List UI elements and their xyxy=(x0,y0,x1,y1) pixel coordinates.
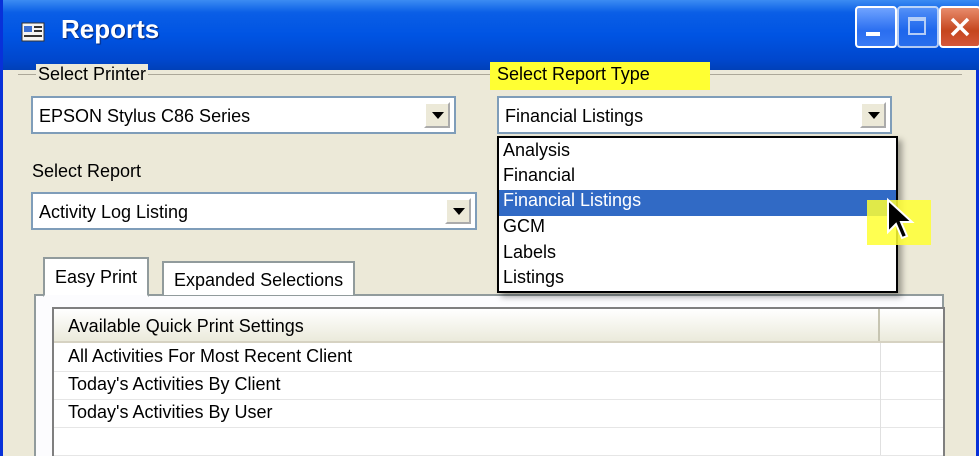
report-label: Select Report xyxy=(32,161,142,181)
dropdown-option-labels[interactable]: Labels xyxy=(503,242,556,263)
close-button[interactable] xyxy=(939,6,979,48)
dropdown-option-analysis[interactable]: Analysis xyxy=(503,140,570,161)
printer-select[interactable]: EPSON Stylus C86 Series xyxy=(31,96,456,134)
report-type-select[interactable]: Financial Listings xyxy=(497,96,892,134)
row-label: All Activities For Most Recent Client xyxy=(68,346,353,366)
table-row[interactable]: Today's Activities By Client xyxy=(54,371,943,400)
close-icon xyxy=(950,17,970,37)
dropdown-option-gcm[interactable]: GCM xyxy=(503,216,545,237)
printer-label: Select Printer xyxy=(36,64,149,85)
window-title: Reports xyxy=(61,14,160,44)
maximize-button[interactable] xyxy=(897,6,939,48)
column-separator xyxy=(878,309,880,341)
cell-divider xyxy=(880,343,881,371)
report-select[interactable]: Activity Log Listing xyxy=(31,192,477,230)
title-bar[interactable]: Reports xyxy=(3,0,979,70)
minimize-button[interactable] xyxy=(855,6,897,48)
cell-divider xyxy=(880,427,881,455)
report-value: Activity Log Listing xyxy=(39,202,189,222)
chevron-down-icon[interactable] xyxy=(424,102,450,128)
grid-header: Available Quick Print Settings xyxy=(54,309,943,343)
app-icon xyxy=(21,22,45,42)
table-row[interactable]: All Activities For Most Recent Client xyxy=(54,343,943,372)
cell-divider xyxy=(880,399,881,427)
dropdown-option-listings[interactable]: Listings xyxy=(503,267,564,288)
tab-expanded-selections[interactable]: Expanded Selections xyxy=(162,261,356,295)
report-type-dropdown: Analysis Financial Financial Listings GC… xyxy=(497,136,898,293)
table-row[interactable]: Today's Activities By User xyxy=(54,399,943,428)
printer-value: EPSON Stylus C86 Series xyxy=(39,106,251,126)
maximize-icon xyxy=(908,17,926,35)
tab-easy-print[interactable]: Easy Print xyxy=(43,257,150,297)
dropdown-option-financial-listings[interactable]: Financial Listings xyxy=(499,190,896,216)
quick-print-grid: Available Quick Print Settings All Activ… xyxy=(52,307,945,456)
column-header[interactable]: Available Quick Print Settings xyxy=(68,316,304,337)
cell-divider xyxy=(880,371,881,399)
report-type-label: Select Report Type xyxy=(497,64,650,84)
chevron-down-icon[interactable] xyxy=(860,102,886,128)
dropdown-option-financial[interactable]: Financial xyxy=(503,165,575,186)
row-label: Today's Activities By Client xyxy=(68,374,281,394)
mouse-cursor-icon xyxy=(887,197,915,240)
chevron-down-icon[interactable] xyxy=(445,198,471,224)
row-label: Today's Activities By User xyxy=(68,402,273,422)
minimize-icon xyxy=(866,32,880,36)
table-row[interactable] xyxy=(54,427,943,456)
report-type-value: Financial Listings xyxy=(505,106,644,126)
